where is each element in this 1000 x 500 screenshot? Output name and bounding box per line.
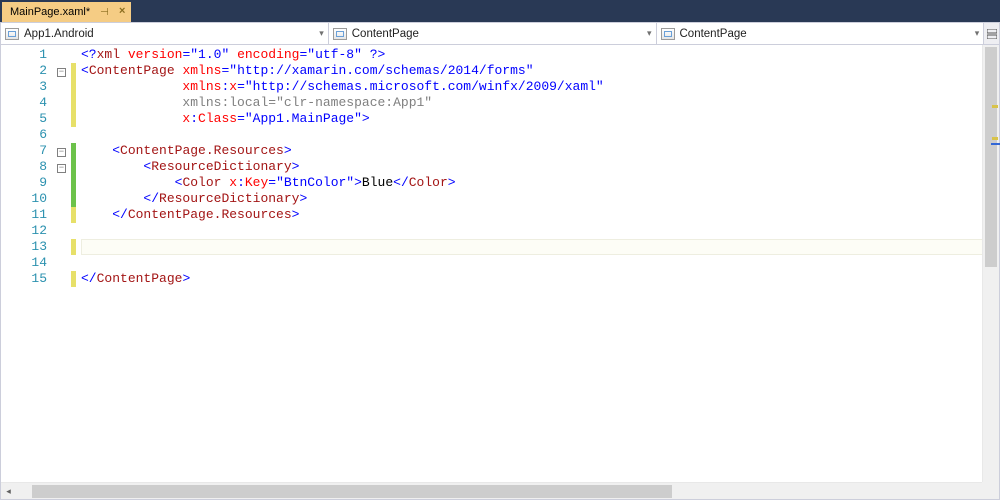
code-line[interactable]: </ContentPage.Resources> xyxy=(81,207,999,223)
document-tab-strip: MainPage.xaml* ⊣ × xyxy=(0,0,1000,22)
fold-toggle[interactable]: − xyxy=(57,68,66,77)
pin-icon[interactable]: ⊣ xyxy=(100,7,109,18)
member-icon xyxy=(661,28,675,40)
project-dropdown-label: App1.Android xyxy=(24,28,94,40)
chevron-down-icon: ▾ xyxy=(319,28,324,39)
code-line[interactable] xyxy=(81,223,999,239)
code-line[interactable]: </ResourceDictionary> xyxy=(81,191,999,207)
member-dropdown[interactable]: ContentPage ▾ xyxy=(656,23,985,44)
code-line[interactable]: <ResourceDictionary> xyxy=(81,159,999,175)
scrollbar-thumb[interactable] xyxy=(985,47,997,267)
code-line[interactable]: xmlns:x="http://schemas.microsoft.com/wi… xyxy=(81,79,999,95)
tab-dirty-marker: * xyxy=(86,6,90,18)
code-line[interactable]: </ContentPage> xyxy=(81,271,999,287)
scroll-left-arrow-icon[interactable]: ◂ xyxy=(1,486,16,497)
code-line[interactable] xyxy=(81,127,999,143)
project-dropdown[interactable]: App1.Android ▾ xyxy=(1,23,329,44)
member-dropdown-label: ContentPage xyxy=(680,28,747,40)
close-icon[interactable]: × xyxy=(119,6,126,18)
navigation-bar: App1.Android ▾ ContentPage ▾ ContentPage… xyxy=(0,22,1000,45)
document-tab-mainpage[interactable]: MainPage.xaml* ⊣ × xyxy=(2,2,131,22)
code-line[interactable] xyxy=(81,255,999,271)
type-dropdown-label: ContentPage xyxy=(352,28,419,40)
type-icon xyxy=(333,28,347,40)
scrollbar-thumb[interactable] xyxy=(32,485,672,498)
code-line[interactable]: <?xml version="1.0" encoding="utf-8" ?> xyxy=(81,47,999,63)
type-dropdown[interactable]: ContentPage ▾ xyxy=(328,23,657,44)
code-line[interactable]: x:Class="App1.MainPage"> xyxy=(81,111,999,127)
vertical-scrollbar[interactable] xyxy=(982,45,999,482)
code-line[interactable]: xmlns:local="clr-namespace:App1" xyxy=(81,95,999,111)
chevron-down-icon: ▾ xyxy=(647,28,652,39)
overview-caret-mark xyxy=(991,143,1000,145)
fold-toggle[interactable]: − xyxy=(57,164,66,173)
code-line[interactable]: <Color x:Key="BtnColor">Blue</Color> xyxy=(81,175,999,191)
fold-toggle[interactable]: − xyxy=(57,148,66,157)
line-number-gutter: 123456789101112131415 xyxy=(1,45,57,499)
overview-mark xyxy=(992,105,998,108)
code-line[interactable] xyxy=(81,239,999,255)
scrollbar-corner xyxy=(982,482,999,499)
overview-mark xyxy=(992,137,998,140)
project-icon xyxy=(5,28,19,40)
horizontal-scrollbar[interactable]: ◂ xyxy=(1,482,982,499)
fold-gutter[interactable]: − − − xyxy=(57,45,71,499)
tab-title: MainPage.xaml xyxy=(10,6,86,18)
code-editor[interactable]: 123456789101112131415 − − − <?xml version=… xyxy=(0,45,1000,500)
split-view-button[interactable] xyxy=(983,23,999,44)
code-line[interactable]: <ContentPage.Resources> xyxy=(81,143,999,159)
chevron-down-icon: ▾ xyxy=(975,28,980,39)
code-line[interactable]: <ContentPage xmlns="http://xamarin.com/s… xyxy=(81,63,999,79)
code-area[interactable]: <?xml version="1.0" encoding="utf-8" ?><… xyxy=(77,45,999,499)
